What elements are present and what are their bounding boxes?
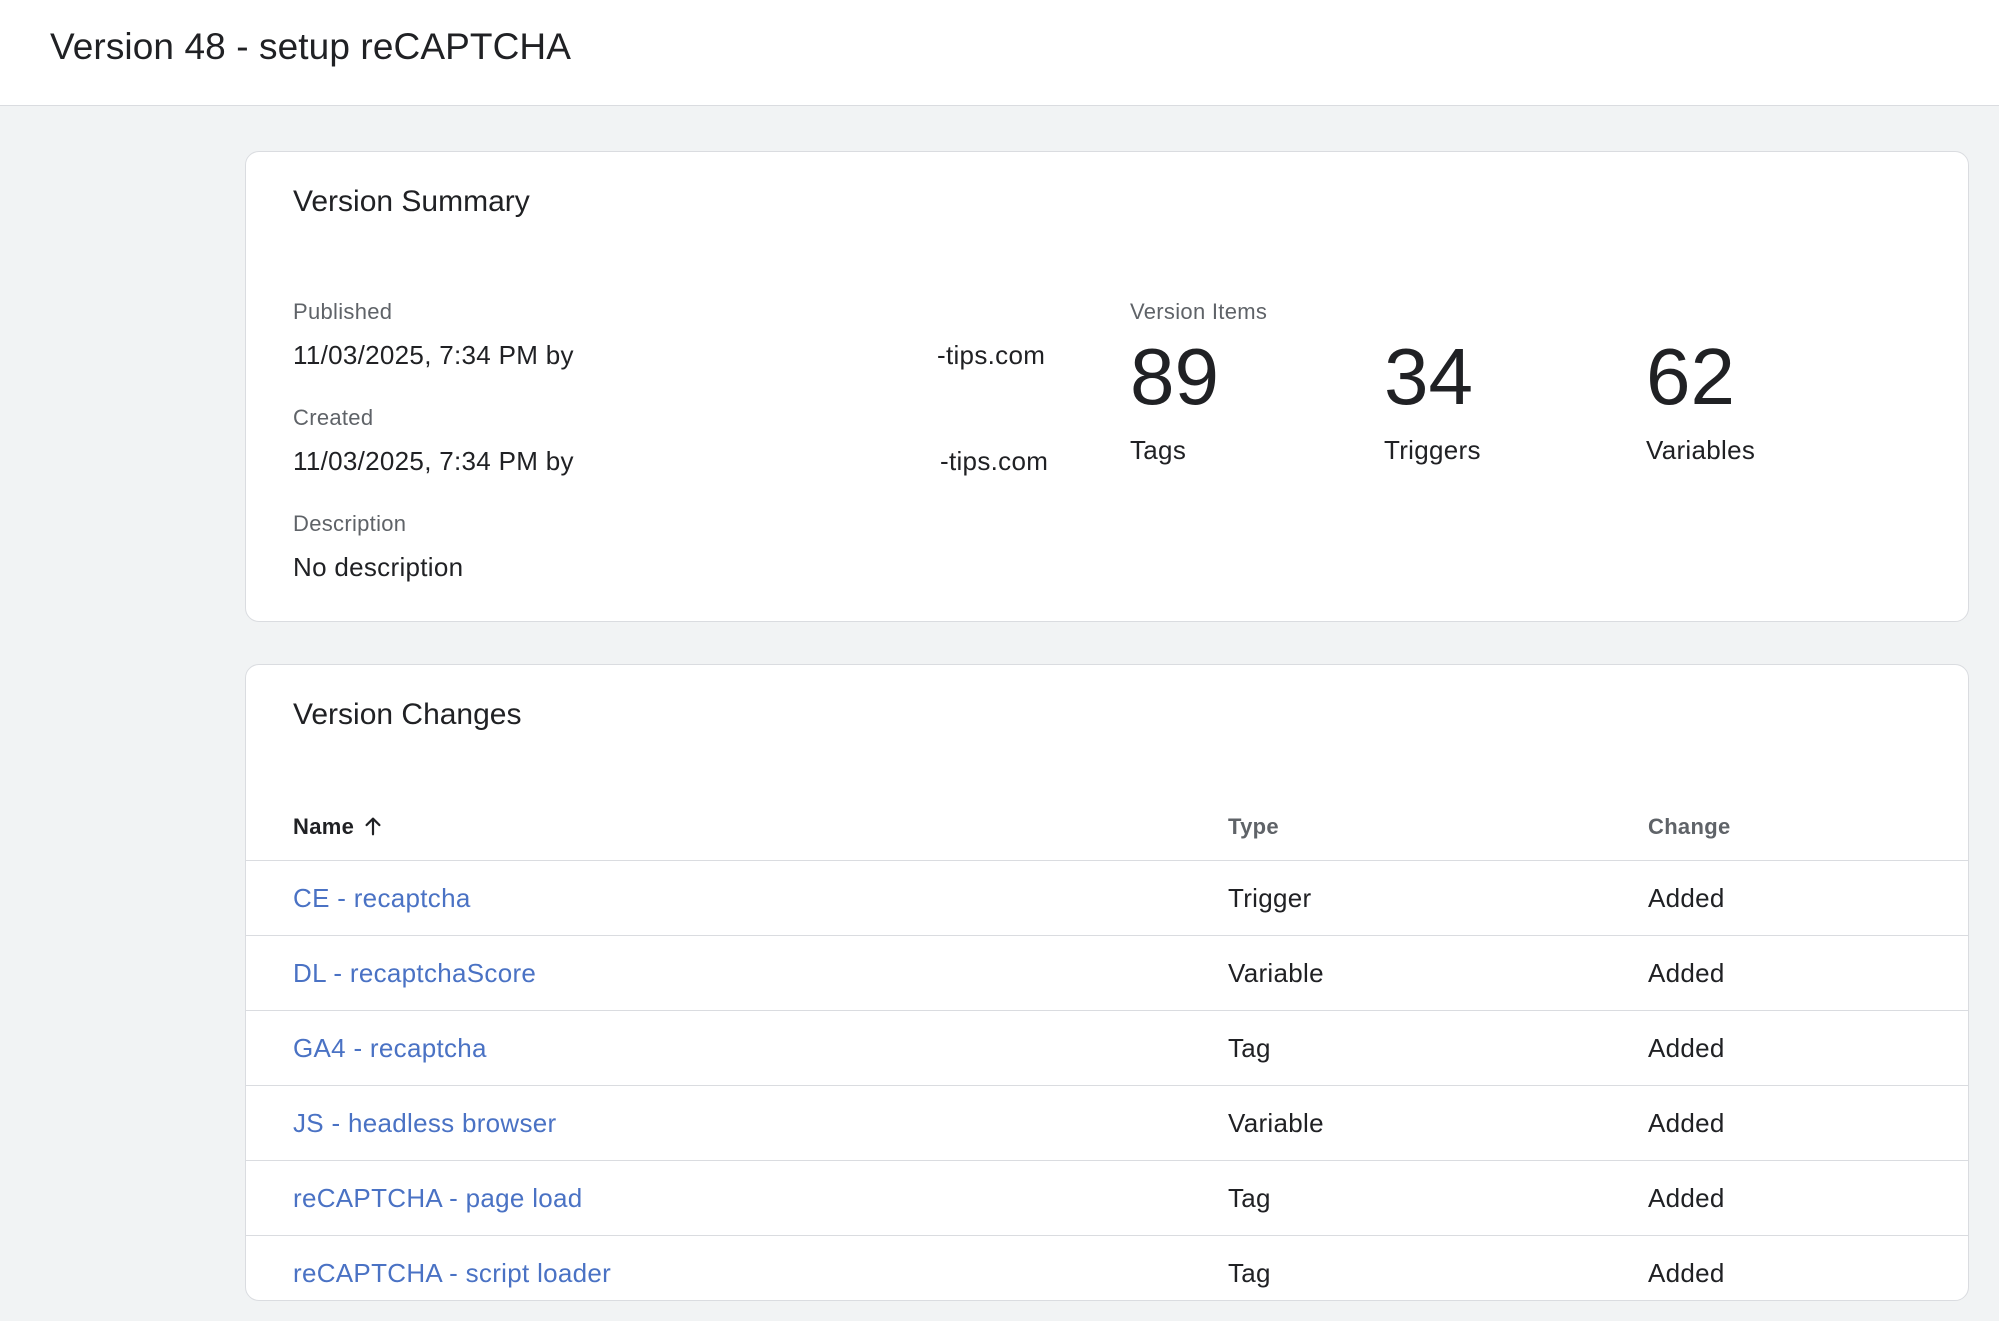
row-type: Variable bbox=[1228, 1108, 1324, 1138]
published-email-tail: -tips.com bbox=[937, 340, 1046, 370]
description-value: No description bbox=[293, 552, 464, 582]
created-email-tail: -tips.com bbox=[940, 446, 1049, 476]
row-type: Tag bbox=[1228, 1258, 1271, 1288]
row-name-link[interactable]: CE - recaptcha bbox=[293, 883, 471, 914]
row-name-link[interactable]: reCAPTCHA - script loader bbox=[293, 1258, 611, 1289]
row-change: Added bbox=[1648, 958, 1725, 988]
row-type: Tag bbox=[1228, 1183, 1271, 1213]
row-change: Added bbox=[1648, 1258, 1725, 1288]
row-change: Added bbox=[1648, 1183, 1725, 1213]
table-row[interactable]: reCAPTCHA - script loader Tag Added bbox=[246, 1236, 1968, 1300]
column-header-name[interactable]: Name bbox=[293, 814, 384, 843]
version-summary-card: Version Summary Published 11/03/2025, 7:… bbox=[245, 151, 1969, 622]
row-change: Added bbox=[1648, 1033, 1725, 1063]
stat-variables-label: Variables bbox=[1646, 435, 1756, 465]
published-label: Published bbox=[293, 299, 393, 324]
created-label: Created bbox=[293, 405, 374, 430]
description-label: Description bbox=[293, 511, 407, 536]
stat-triggers: 34 Triggers bbox=[1384, 337, 1481, 466]
row-name-link[interactable]: reCAPTCHA - page load bbox=[293, 1183, 583, 1214]
table-header: Name Type Change bbox=[246, 781, 1968, 861]
table-row[interactable]: GA4 - recaptcha Tag Added bbox=[246, 1011, 1968, 1086]
row-type: Tag bbox=[1228, 1033, 1271, 1063]
stat-variables: 62 Variables bbox=[1646, 337, 1755, 466]
version-changes-title: Version Changes bbox=[293, 698, 522, 731]
stat-triggers-count: 34 bbox=[1384, 332, 1473, 421]
table-row[interactable]: reCAPTCHA - page load Tag Added bbox=[246, 1161, 1968, 1236]
stat-variables-count: 62 bbox=[1646, 332, 1735, 421]
app-header: Version 48 - setup reCAPTCHA bbox=[0, 0, 1999, 106]
stat-tags: 89 Tags bbox=[1130, 337, 1219, 466]
page-title: Version 48 - setup reCAPTCHA bbox=[50, 26, 572, 67]
row-name-link[interactable]: GA4 - recaptcha bbox=[293, 1033, 487, 1064]
published-value: 11/03/2025, 7:34 PM by bbox=[293, 340, 574, 370]
arrow-up-icon bbox=[362, 815, 384, 843]
table-row[interactable]: JS - headless browser Variable Added bbox=[246, 1086, 1968, 1161]
row-type: Variable bbox=[1228, 958, 1324, 988]
column-header-type[interactable]: Type bbox=[1228, 814, 1279, 840]
version-changes-card: Version Changes Name Type Change CE - re… bbox=[245, 664, 1969, 1301]
column-header-name-label: Name bbox=[293, 814, 355, 839]
row-name-link[interactable]: JS - headless browser bbox=[293, 1108, 557, 1139]
table-row[interactable]: DL - recaptchaScore Variable Added bbox=[246, 936, 1968, 1011]
row-name-link[interactable]: DL - recaptchaScore bbox=[293, 958, 536, 989]
version-summary-title: Version Summary bbox=[293, 185, 530, 218]
created-value: 11/03/2025, 7:34 PM by bbox=[293, 446, 574, 476]
row-type: Trigger bbox=[1228, 883, 1312, 913]
row-change: Added bbox=[1648, 883, 1725, 913]
stat-tags-label: Tags bbox=[1130, 435, 1187, 465]
stat-triggers-label: Triggers bbox=[1384, 435, 1481, 465]
version-items-label: Version Items bbox=[1130, 299, 1268, 324]
row-change: Added bbox=[1648, 1108, 1725, 1138]
stat-tags-count: 89 bbox=[1130, 332, 1219, 421]
column-header-change[interactable]: Change bbox=[1648, 814, 1730, 840]
table-row[interactable]: CE - recaptcha Trigger Added bbox=[246, 861, 1968, 936]
